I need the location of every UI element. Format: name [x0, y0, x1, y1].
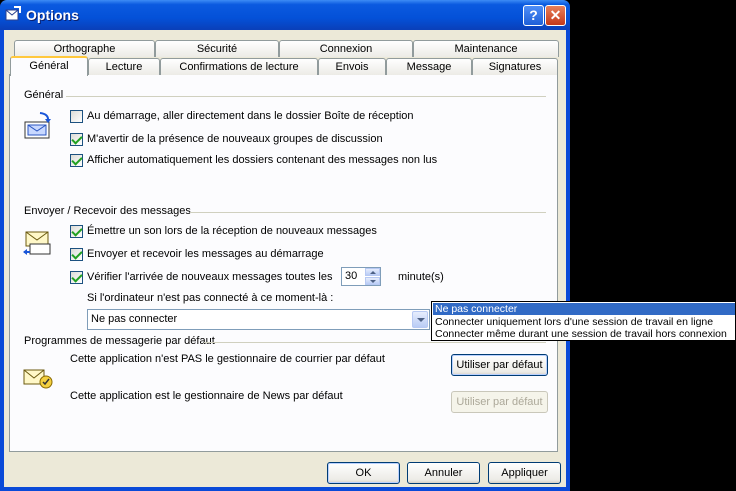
help-button[interactable]: ?	[523, 5, 544, 26]
tab-confirmations[interactable]: Confirmations de lecture	[160, 58, 318, 75]
interval-value[interactable]: 30	[345, 270, 357, 282]
tab-general[interactable]: Général	[10, 56, 88, 76]
label-show-unread-folders: Afficher automatiquement les dossiers co…	[87, 154, 438, 166]
send-receive-icon	[23, 231, 51, 255]
checkbox-send-receive-startup[interactable]	[70, 248, 83, 261]
outlook-express-icon	[5, 6, 21, 21]
cancel-button[interactable]: Annuler	[407, 462, 480, 484]
tab-signatures[interactable]: Signatures	[472, 58, 558, 75]
checkbox-check-new-messages[interactable]	[70, 271, 83, 284]
chevron-down-icon[interactable]	[412, 311, 428, 328]
label-check-new-messages: Vérifier l'arrivée de nouveaux messages …	[87, 271, 333, 283]
window-title: Options	[26, 7, 79, 23]
label-play-sound: Émettre un son lors de la réception de n…	[87, 225, 377, 237]
label-news-default: Cette application est le gestionnaire de…	[70, 390, 343, 402]
group-title-send-receive: Envoyer / Recevoir des messages	[24, 205, 191, 217]
group-title-default-programs: Programmes de messagerie par défaut	[24, 335, 215, 347]
tab-message[interactable]: Message	[386, 58, 472, 75]
label-mail-not-default: Cette application n'est PAS le gestionna…	[70, 353, 385, 365]
tab-maintenance[interactable]: Maintenance	[413, 40, 559, 57]
tab-connexion[interactable]: Connexion	[279, 40, 413, 57]
interval-spinner[interactable]: 30	[341, 267, 381, 286]
connect-dropdown-list: Ne pas connecter Connecter uniquement lo…	[431, 301, 736, 341]
apply-button[interactable]: Appliquer	[488, 462, 561, 484]
group-title-general: Général	[24, 89, 64, 101]
tab-lecture[interactable]: Lecture	[88, 58, 160, 75]
checkbox-new-newsgroups[interactable]	[70, 133, 83, 146]
spin-up-arrow-icon[interactable]	[365, 268, 380, 276]
checkbox-goto-inbox[interactable]	[70, 110, 83, 123]
close-button[interactable]: ✕	[545, 5, 566, 26]
title-bar[interactable]: Options ? ✕	[0, 0, 570, 30]
dropdown-option-connect-offline[interactable]: Connecter même durant une session de tra…	[433, 328, 735, 340]
mail-folder-icon	[24, 112, 51, 139]
default-mail-icon	[23, 369, 53, 389]
spin-down-arrow-icon[interactable]	[365, 277, 380, 285]
tab-securite[interactable]: Sécurité	[155, 40, 279, 57]
dropdown-option-ne-pas-connecter[interactable]: Ne pas connecter	[433, 303, 735, 315]
label-new-newsgroups: M'avertir de la présence de nouveaux gro…	[87, 133, 383, 145]
checkbox-play-sound[interactable]	[70, 225, 83, 238]
connect-dropdown[interactable]: Ne pas connecter	[87, 309, 430, 330]
dropdown-option-connect-online[interactable]: Connecter uniquement lors d'une session …	[433, 316, 735, 328]
tab-orthographe[interactable]: Orthographe	[14, 40, 155, 57]
set-default-mail-button[interactable]: Utiliser par défaut	[451, 354, 548, 376]
interval-unit: minute(s)	[398, 271, 444, 283]
checkbox-show-unread-folders[interactable]	[70, 154, 83, 167]
ok-button[interactable]: OK	[327, 462, 400, 484]
label-goto-inbox: Au démarrage, aller directement dans le …	[87, 110, 414, 122]
tab-envois[interactable]: Envois	[318, 58, 386, 75]
label-send-receive-startup: Envoyer et recevoir les messages au déma…	[87, 248, 324, 260]
connect-dropdown-value: Ne pas connecter	[91, 313, 178, 325]
label-not-connected: Si l'ordinateur n'est pas connecté à ce …	[87, 292, 334, 304]
set-default-news-button[interactable]: Utiliser par défaut	[451, 391, 548, 413]
